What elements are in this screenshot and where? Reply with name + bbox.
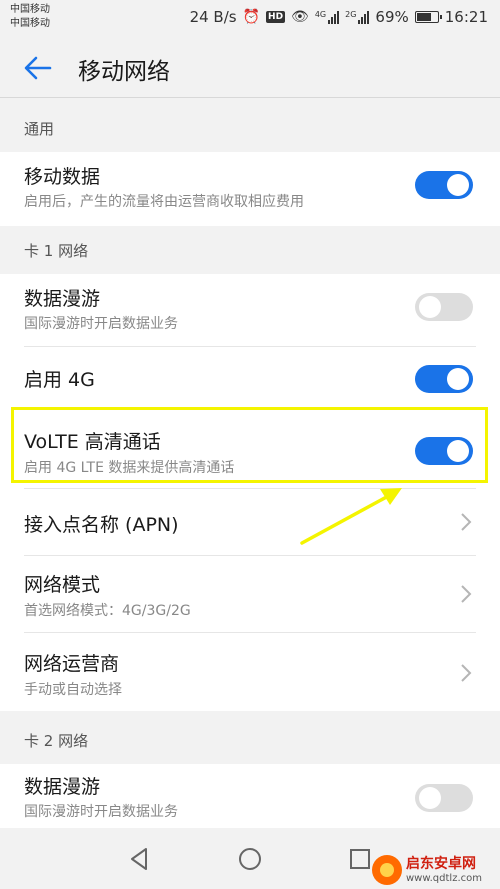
row-mobile-data[interactable]: 移动数据 启用后，产生的流量将由运营商收取相应费用 [0, 152, 500, 226]
data-roaming-subtitle: 国际漫游时开启数据业务 [24, 316, 178, 332]
data-roaming-toggle[interactable] [415, 293, 473, 321]
watermark-url: www.qdtlz.com [406, 872, 482, 884]
back-button[interactable] [20, 50, 56, 86]
watermark-text: 启东安卓网 www.qdtlz.com [406, 856, 482, 885]
status-bar: 中国移动 中国移动 24 B/s ⏰ HD 👁 4G 2G 69% 16:21 [0, 0, 500, 36]
row-enable-4g[interactable]: 启用 4G [0, 347, 500, 409]
toggle-knob [419, 787, 441, 809]
card-sim2: 数据漫游 国际漫游时开启数据业务 [0, 764, 500, 828]
toggle-knob [447, 174, 469, 196]
network-type-2: 2G [345, 10, 357, 19]
section-header-sim1: 卡 1 网络 [0, 226, 500, 274]
app-bar: 移动网络 [0, 36, 500, 98]
chevron-right-icon [461, 585, 472, 603]
mobile-data-title: 移动数据 [24, 166, 101, 188]
signal-1-icon: 4G [314, 10, 340, 24]
status-indicators: 24 B/s ⏰ HD 👁 4G 2G 69% 16:21 [190, 6, 488, 28]
watermark: 启东安卓网 www.qdtlz.com [372, 851, 500, 889]
highlight-box [11, 407, 488, 483]
enable-4g-toggle[interactable] [415, 365, 473, 393]
row-network-operator[interactable]: 网络运营商 手动或自动选择 [0, 633, 500, 711]
hd-badge: HD [266, 11, 286, 23]
signal-2-icon: 2G [345, 10, 370, 24]
back-triangle-icon[interactable] [125, 844, 155, 874]
chevron-right-icon [461, 513, 472, 531]
toggle-knob [447, 368, 469, 390]
enable-4g-title: 启用 4G [24, 369, 95, 391]
watermark-title: 启东安卓网 [406, 855, 476, 872]
row-data-roaming[interactable]: 数据漫游 国际漫游时开启数据业务 [0, 274, 500, 346]
eye-icon: 👁 [291, 9, 309, 25]
data-roaming-title: 数据漫游 [24, 288, 101, 310]
apn-title: 接入点名称 (APN) [24, 514, 179, 536]
toggle-knob [419, 296, 441, 318]
network-type-1: 4G [314, 10, 327, 19]
recents-square-icon[interactable] [345, 844, 375, 874]
home-circle-icon[interactable] [235, 844, 265, 874]
battery-percent: 69% [375, 8, 409, 26]
network-mode-title: 网络模式 [24, 574, 101, 596]
data-roaming-sim2-title: 数据漫游 [24, 776, 101, 798]
row-apn[interactable]: 接入点名称 (APN) [0, 489, 500, 555]
data-roaming-sim2-toggle[interactable] [415, 784, 473, 812]
data-roaming-sim2-subtitle: 国际漫游时开启数据业务 [24, 804, 178, 820]
battery-icon [414, 11, 442, 23]
section-header-sim2: 卡 2 网络 [0, 716, 500, 764]
network-speed: 24 B/s [189, 8, 237, 26]
mobile-data-toggle[interactable] [415, 171, 473, 199]
row-data-roaming-sim2[interactable]: 数据漫游 国际漫游时开启数据业务 [0, 764, 500, 828]
back-arrow-icon [24, 56, 52, 80]
watermark-logo-icon [372, 855, 402, 885]
section-header-general: 通用 [0, 104, 500, 152]
clock: 16:21 [444, 8, 488, 26]
card-general: 移动数据 启用后，产生的流量将由运营商收取相应费用 [0, 152, 500, 226]
chevron-right-icon [461, 664, 472, 682]
carrier-labels: 中国移动 中国移动 [10, 3, 50, 31]
network-operator-subtitle: 手动或自动选择 [24, 682, 122, 698]
carrier-1: 中国移动 [10, 4, 50, 15]
card-sim1: 数据漫游 国际漫游时开启数据业务 启用 4G VoLTE 高清通话 启用 4G … [0, 274, 500, 711]
alarm-icon: ⏰ [242, 9, 261, 25]
mobile-data-subtitle: 启用后，产生的流量将由运营商收取相应费用 [24, 194, 304, 210]
network-mode-subtitle: 首选网络模式：4G/3G/2G [24, 603, 191, 619]
network-operator-title: 网络运营商 [24, 653, 120, 675]
carrier-2: 中国移动 [10, 18, 50, 29]
row-network-mode[interactable]: 网络模式 首选网络模式：4G/3G/2G [0, 556, 500, 632]
page-title: 移动网络 [78, 59, 170, 85]
